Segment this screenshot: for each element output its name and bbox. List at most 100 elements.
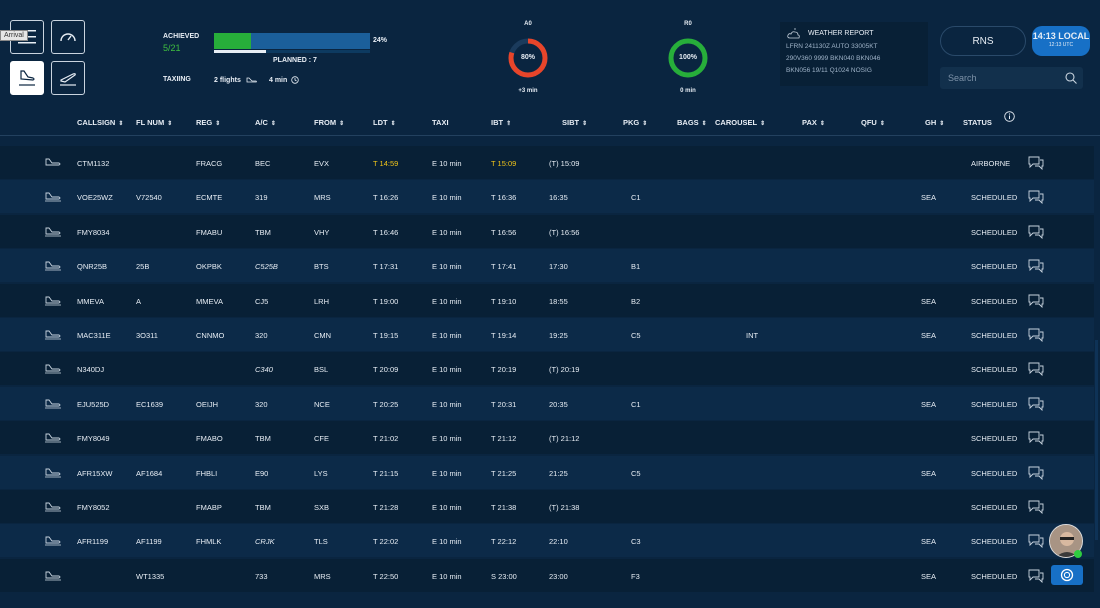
column-header-a-c[interactable]: A/C ⇕ (255, 118, 276, 127)
column-header-fl-num[interactable]: FL NUM ⇕ (136, 118, 172, 127)
column-header-callsign[interactable]: CALLSIGN ⇕ (77, 118, 123, 127)
table-row[interactable]: WT1335 733 MRS T 22:50 E 10 min S 23:00 23:00 F… (0, 558, 1094, 593)
column-header-gh[interactable]: GH ⇕ (925, 118, 944, 127)
column-header-taxi[interactable]: TAXI (432, 118, 449, 127)
cell-reg: CNNMO (196, 331, 225, 340)
chat-icon[interactable] (1028, 431, 1044, 446)
column-header-from[interactable]: FROM ⇕ (314, 118, 344, 127)
table-row[interactable]: AFR1199 AF1199 FHMLK CRJK TLS T 22:02 E 10 min… (0, 524, 1094, 559)
cell-callsign: FMY8052 (77, 503, 110, 512)
sort-icon: ⇕ (270, 121, 276, 127)
rns-button[interactable]: RNS (940, 26, 1026, 56)
column-header-ibt[interactable]: IBT ⇑ (491, 118, 511, 127)
cell-pkg: B1 (631, 262, 641, 272)
speedometer-icon (60, 33, 76, 42)
weather-report[interactable]: WEATHER REPORT LFRN 241130Z AUTO 33005KT… (780, 22, 928, 86)
cell-ldt: T 22:02 (373, 537, 399, 547)
column-header-reg[interactable]: REG ⇕ (196, 118, 220, 127)
cell-ac: 319 (255, 193, 268, 203)
table-row[interactable]: AFR15XW AF1684 FHBLI E90 LYS T 21:15 E 10 min T… (0, 455, 1094, 490)
cell-pkg: B2 (631, 296, 641, 306)
chat-icon[interactable] (1028, 397, 1044, 411)
sort-icon: ⇕ (339, 121, 345, 127)
search-icon[interactable] (1065, 72, 1077, 84)
cell-from: VHY (314, 227, 330, 237)
cell-status: SCHEDULED (971, 296, 1018, 306)
r0-donut: 100% (666, 36, 710, 80)
cell-callsign: MMEVA (77, 296, 104, 306)
cell-from: MRS (314, 193, 331, 203)
column-header-pax[interactable]: PAX ⇕ (802, 118, 825, 127)
table-row[interactable]: N340DJ C340 BSL T 20:09 E 10 min T 20:19 (T) 2… (0, 352, 1094, 387)
chat-icon[interactable] (1028, 259, 1044, 274)
chat-icon[interactable] (1028, 190, 1044, 205)
column-header-qfu[interactable]: QFU ⇕ (861, 118, 885, 127)
cell-ibt: T 21:38 (491, 503, 517, 512)
chat-icon[interactable] (1028, 500, 1044, 514)
sort-icon: ⇕ (760, 121, 766, 127)
achieved-progress-fill (214, 33, 252, 49)
column-header-sibt[interactable]: SIBT ⇕ (562, 118, 587, 127)
table-row[interactable]: EJU525D EC1639 OEIJH 320 NCE T 20:25 E 10 min T… (0, 386, 1094, 421)
cell-ldt: T 14:59 (373, 159, 399, 168)
cell-sibt: 23:00 (549, 571, 568, 581)
cell-ibt: T 22:12 (491, 537, 517, 547)
cell-reg: OEIJH (196, 399, 219, 409)
plane-arrival-icon (45, 536, 61, 546)
table-row[interactable]: FMY8034 FMABU TBM VHY T 16:46 E 10 min T 16:56… (0, 214, 1094, 249)
chat-icon[interactable] (1028, 362, 1044, 377)
help-button[interactable] (1051, 565, 1083, 585)
cell-ldt: T 20:09 (373, 365, 399, 375)
column-header-carousel[interactable]: CAROUSEL ⇕ (715, 118, 765, 127)
search-input[interactable] (940, 67, 1083, 89)
table-row[interactable]: CTM1132 FRACG BEC EVX T 14:59 E 10 min T 15:09… (0, 146, 1094, 180)
cell-flnum: 25B (136, 262, 150, 272)
chat-icon[interactable] (1028, 156, 1044, 170)
cell-flnum: AF1199 (136, 537, 162, 547)
table-row[interactable]: VOE25WZ V72540 ECMTE 319 MRS T 16:26 E 10 min T… (0, 180, 1094, 215)
column-header-pkg[interactable]: PKG ⇕ (623, 118, 647, 127)
column-header-status[interactable]: STATUS (963, 118, 992, 127)
departures-button[interactable] (51, 61, 85, 95)
cell-pkg: C5 (631, 468, 641, 478)
table-row[interactable]: MAC311E 3O311 CNNMO 320 CMN T 19:15 E 10 min T … (0, 318, 1094, 352)
chat-icon[interactable] (1028, 466, 1044, 480)
cell-gh: SEA (921, 399, 937, 409)
cell-sibt: 18:55 (549, 296, 568, 306)
cell-ldt: T 22:50 (373, 571, 399, 581)
weather-line: BKN056 19/11 Q1024 NOSIG (786, 67, 872, 74)
info-icon[interactable] (1004, 111, 1015, 122)
table-row[interactable]: FMY8052 FMABP TBM SXB T 21:28 E 10 min T 21:38… (0, 490, 1094, 524)
sort-icon: ⇕ (701, 121, 707, 127)
plane-arrival-icon (45, 502, 61, 512)
cell-sibt: 21:25 (549, 468, 568, 478)
cell-from: SXB (314, 503, 330, 512)
cell-sibt: 17:30 (549, 262, 568, 272)
chat-icon[interactable] (1028, 534, 1044, 549)
chat-icon[interactable] (1028, 294, 1044, 308)
r0-sub: 0 min (680, 88, 696, 94)
column-header-label: TAXI (432, 118, 449, 127)
cell-gh: SEA (921, 468, 937, 478)
column-header-label: BAGS (677, 118, 699, 127)
cell-ibt: T 19:10 (491, 296, 517, 306)
column-header-label: CAROUSEL (715, 118, 758, 127)
cell-status: SCHEDULED (971, 571, 1018, 581)
column-header-ldt[interactable]: LDT ⇕ (373, 118, 396, 127)
column-header-bags[interactable]: BAGS ⇕ (677, 118, 707, 127)
scrollbar-thumb[interactable] (1095, 340, 1098, 540)
plane-arrival-icon (45, 571, 61, 581)
plane-arrival-icon (45, 468, 61, 477)
cell-status: AIRBORNE (971, 159, 1011, 168)
chat-icon[interactable] (1028, 569, 1044, 583)
weather-line: LFRN 241130Z AUTO 33005KT (786, 43, 878, 50)
table-row[interactable]: FMY8049 FMABO TBM CFE T 21:02 E 10 min T 21:12… (0, 421, 1094, 456)
dashboard-button[interactable] (51, 20, 85, 54)
arrivals-button[interactable] (10, 61, 44, 95)
table-row[interactable]: MMEVA A MMEVA CJ5 LRH T 19:00 E 10 min T 19:10 1… (0, 283, 1094, 318)
table-row[interactable]: QNR25B 25B OKPBK C525B BTS T 17:31 E 10 min T 1… (0, 249, 1094, 284)
chat-icon[interactable] (1028, 328, 1044, 342)
cell-flnum: WT1335 (136, 571, 165, 581)
chat-icon[interactable] (1028, 225, 1044, 239)
sort-icon: ⇕ (167, 121, 173, 127)
